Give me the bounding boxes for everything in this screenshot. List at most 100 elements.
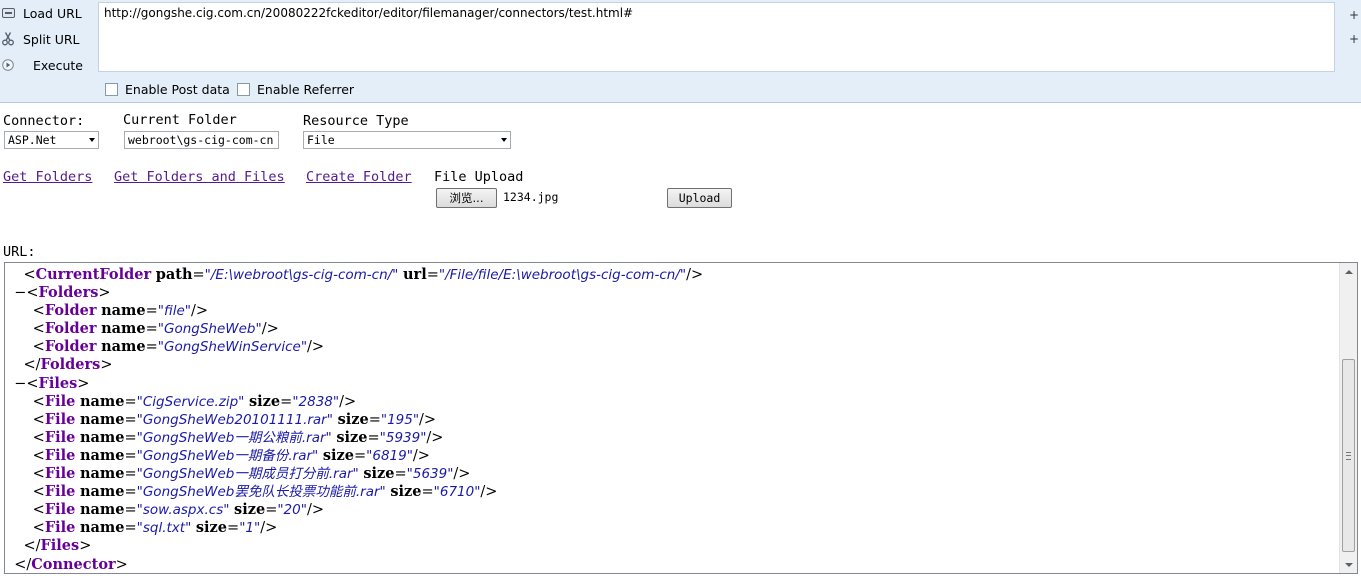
load-url-icon	[1, 6, 15, 20]
xml-equals: =	[421, 484, 434, 501]
xml-attr-value: "GongSheWeb罢免队长投票功能前.rar"	[136, 484, 386, 501]
xml-equals: =	[124, 447, 137, 464]
resource-type-label: Resource Type	[303, 113, 409, 129]
xml-bracket: <	[26, 375, 39, 392]
xml-attr-name: path	[155, 266, 193, 283]
xml-attr-value: "5639"	[406, 466, 454, 483]
split-url-button[interactable]: Split URL	[0, 27, 96, 51]
xml-bracket: <	[32, 303, 45, 320]
xml-bracket: <	[32, 339, 45, 356]
scroll-down-arrow[interactable]	[1340, 556, 1357, 573]
xml-attr-name: size	[195, 519, 228, 537]
xml-tag-name: Folders	[40, 356, 101, 374]
get-folders-and-files-link[interactable]: Get Folders and Files	[114, 169, 285, 185]
xml-attr-value: "GongSheWinService"	[157, 339, 308, 356]
xml-bracket: <	[32, 321, 45, 338]
xml-bracket: />	[412, 447, 430, 464]
xml-attr-value: "20"	[277, 502, 307, 519]
enable-post-label: Enable Post data	[125, 82, 230, 97]
xml-bracket: <	[23, 267, 36, 283]
xml-line: <Folder name="file"/>	[5, 302, 1335, 320]
xml-bracket: />	[426, 429, 444, 446]
xml-attr-value: "195"	[380, 411, 420, 428]
create-folder-link[interactable]: Create Folder	[306, 169, 412, 185]
xml-output-frame[interactable]: <CurrentFolder path="/E:\webroot\gs-cig-…	[4, 262, 1358, 574]
hackbar-toolbar: Load URL Split URL Execute + + Enable Po…	[0, 0, 1361, 103]
xml-bracket: </	[14, 556, 32, 573]
xml-equals: =	[280, 393, 293, 410]
xml-line: <File name="CigService.zip" size="2838"/…	[5, 393, 1335, 411]
connector-value: ASP.Net	[8, 133, 57, 147]
xml-equals: =	[124, 484, 137, 501]
xml-attr-name: name	[79, 428, 125, 446]
xml-tag-name: Connector	[31, 555, 116, 573]
xml-tag-name: File	[44, 392, 76, 410]
xml-bracket: >	[100, 357, 113, 374]
xml-bracket: <	[32, 466, 45, 483]
browse-button[interactable]: 浏览...	[436, 188, 497, 208]
xml-line: </Files>	[5, 537, 1335, 555]
xml-attr-value: "/E:\webroot\gs-cig-com-cn/"	[204, 267, 399, 283]
enable-referrer-label: Enable Referrer	[257, 82, 355, 97]
xml-line: <Folder name="GongSheWeb"/>	[5, 320, 1335, 338]
current-folder-input[interactable]: webroot\gs-cig-com-cn	[124, 131, 279, 149]
xml-tag-name: File	[44, 410, 76, 428]
xml-attr-value: "/File/file/E:\webroot\gs-cig-com-cn/"	[438, 267, 687, 283]
load-url-button[interactable]: Load URL	[0, 1, 96, 25]
xml-attr-value: "5939"	[379, 429, 427, 446]
xml-attr-value: "sql.txt"	[136, 520, 192, 537]
collapse-toggle-icon[interactable]: −	[14, 376, 26, 392]
enable-referrer-checkbox[interactable]: Enable Referrer	[237, 82, 354, 97]
collapse-toggle-icon[interactable]: −	[14, 285, 26, 301]
upload-button[interactable]: Upload	[667, 188, 732, 208]
xml-attr-name: name	[79, 465, 125, 483]
plus-icon[interactable]: +	[1349, 8, 1359, 22]
xml-bracket: <	[32, 484, 45, 501]
url-input[interactable]	[98, 2, 1335, 72]
scissors-icon	[1, 32, 15, 46]
xml-bracket: />	[419, 411, 437, 428]
chevron-down-icon	[89, 138, 95, 142]
scroll-thumb[interactable]	[1342, 359, 1355, 552]
xml-equals: =	[145, 303, 158, 320]
xml-attr-name: url	[403, 266, 427, 283]
plus-icon[interactable]: +	[1349, 32, 1359, 46]
xml-line: <File name="sql.txt" size="1"/>	[5, 519, 1335, 537]
xml-bracket: >	[115, 556, 128, 573]
checkbox-box[interactable]	[237, 83, 250, 96]
xml-line: <Folder name="GongSheWinService"/>	[5, 338, 1335, 356]
xml-bracket: />	[453, 466, 471, 483]
xml-line: <CurrentFolder path="/E:\webroot\gs-cig-…	[5, 266, 1335, 284]
xml-attr-name: size	[322, 446, 354, 464]
split-url-label: Split URL	[23, 31, 80, 47]
xml-attr-value: "GongSheWeb一期备份.rar"	[136, 447, 319, 464]
xml-attr-name: size	[249, 392, 281, 410]
xml-attr-name: name	[79, 519, 125, 537]
xml-bracket: />	[260, 520, 278, 537]
scroll-up-arrow[interactable]	[1340, 263, 1357, 280]
xml-line: <File name="GongSheWeb20101111.rar" size…	[5, 411, 1335, 429]
xml-bracket: />	[339, 393, 357, 410]
xml-bracket: >	[98, 285, 111, 302]
xml-equals: =	[394, 466, 407, 483]
xml-bracket: <	[26, 285, 39, 302]
execute-button[interactable]: Execute	[0, 53, 96, 77]
xml-bracket: <	[32, 411, 45, 428]
xml-bracket: <	[32, 447, 45, 464]
xml-line: <File name="GongSheWeb罢免队长投票功能前.rar" siz…	[5, 483, 1335, 501]
checkbox-box[interactable]	[105, 83, 118, 96]
vertical-scrollbar[interactable]	[1339, 263, 1357, 573]
xml-attr-name: name	[79, 392, 125, 410]
xml-tag-name: File	[44, 483, 76, 501]
xml-tag-name: File	[44, 501, 76, 519]
xml-attr-value: "GongSheWeb20101111.rar"	[136, 411, 333, 428]
enable-post-checkbox[interactable]: Enable Post data	[105, 82, 230, 97]
connector-label: Connector:	[3, 113, 85, 129]
xml-attr-value: "GongSheWeb"	[157, 321, 262, 338]
xml-equals: =	[124, 502, 137, 519]
connector-select[interactable]: ASP.Net	[4, 131, 99, 149]
xml-attr-name: size	[390, 483, 422, 501]
resource-type-select[interactable]: File	[303, 131, 511, 149]
get-folders-link[interactable]: Get Folders	[3, 169, 92, 185]
xml-bracket: />	[480, 484, 498, 501]
